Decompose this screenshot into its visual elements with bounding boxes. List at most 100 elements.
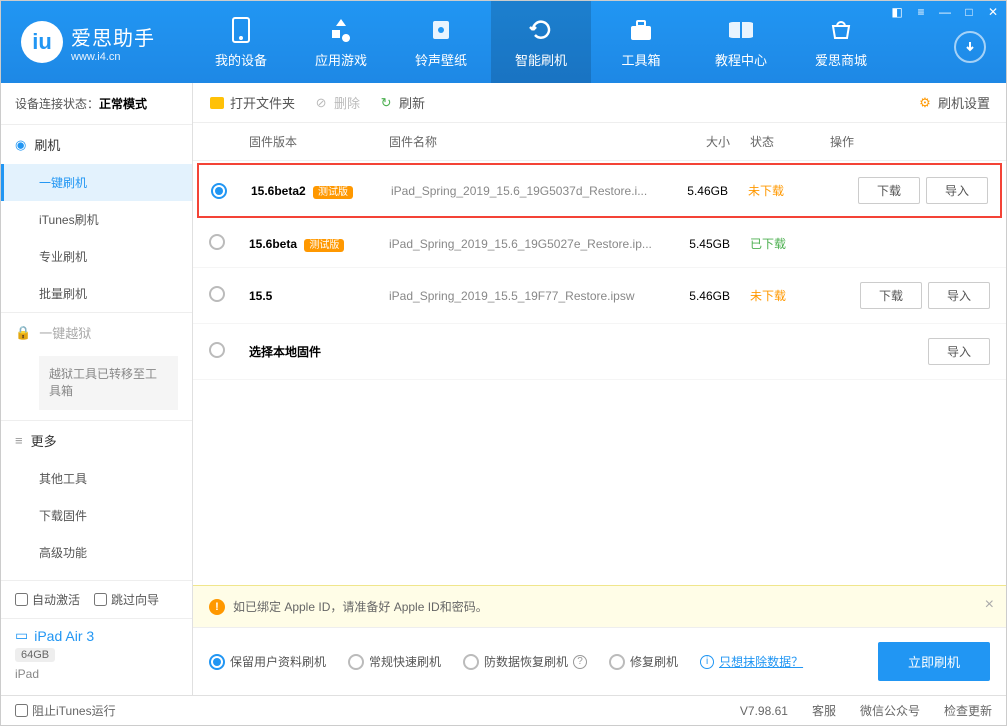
app-url: www.i4.cn	[71, 51, 155, 63]
info-text: 如已绑定 Apple ID，请准备好 Apple ID和密码。	[233, 598, 488, 615]
nav-tab-tutorial[interactable]: 教程中心	[691, 1, 791, 83]
info-close-icon[interactable]: ×	[985, 596, 994, 614]
action-button[interactable]: 下载	[860, 282, 922, 309]
fw-size: 5.45GB	[660, 237, 750, 251]
radio-icon	[348, 654, 364, 670]
warning-icon: !	[209, 599, 225, 615]
opt-regular[interactable]: 常规快速刷机	[348, 653, 441, 670]
more-icon: ≡	[15, 433, 23, 448]
sidebar-item-batch[interactable]: 批量刷机	[1, 275, 192, 312]
flash-now-button[interactable]: 立即刷机	[878, 642, 990, 681]
refresh-icon	[527, 16, 555, 44]
music-icon	[427, 16, 455, 44]
fw-actions: 下载导入	[830, 282, 990, 309]
firmware-list: 15.6beta2 测试版 iPad_Spring_2019_15.6_19G5…	[193, 161, 1006, 380]
wechat-link[interactable]: 微信公众号	[860, 702, 920, 719]
fw-name: iPad_Spring_2019_15.6_19G5037d_Restore.i…	[391, 184, 658, 198]
nav-tab-toolbox[interactable]: 工具箱	[591, 1, 691, 83]
radio-icon[interactable]	[211, 183, 227, 199]
erase-link[interactable]: 只想抹除数据？	[719, 653, 803, 670]
main-content: 打开文件夹 ⊘ 删除 ↻ 刷新 ⚙ 刷机设置 固件版本 固件名称 大小 状态 操…	[193, 83, 1006, 695]
connection-status: 设备连接状态：正常模式	[1, 83, 192, 125]
refresh-button[interactable]: ↻ 刷新	[378, 93, 425, 112]
opt-repair[interactable]: 修复刷机	[609, 653, 678, 670]
sidebar-flash-header[interactable]: ◉ 刷机	[1, 125, 192, 164]
window-controls: ◧ ≡ — □ ✕	[890, 5, 1000, 19]
firmware-row[interactable]: 15.5 iPad_Spring_2019_15.5_19F77_Restore…	[193, 268, 1006, 324]
skip-guide-checkbox[interactable]: 跳过向导	[94, 591, 159, 608]
radio-icon[interactable]	[209, 286, 225, 302]
fw-name: iPad_Spring_2019_15.6_19G5027e_Restore.i…	[389, 237, 660, 251]
shop-icon	[827, 16, 855, 44]
sidebar-item-advanced[interactable]: 高级功能	[1, 534, 192, 571]
nav-tab-media[interactable]: 铃声壁纸	[391, 1, 491, 83]
fw-name: iPad_Spring_2019_15.5_19F77_Restore.ipsw	[389, 289, 660, 303]
maximize-icon[interactable]: □	[962, 5, 976, 19]
support-link[interactable]: 客服	[812, 702, 836, 719]
fw-version: 15.5	[249, 289, 389, 303]
toolbox-icon	[627, 16, 655, 44]
fw-version: 15.6beta2 测试版	[251, 183, 391, 198]
nav-tab-shop[interactable]: 爱思商城	[791, 1, 891, 83]
flash-section-icon: ◉	[15, 137, 26, 153]
radio-icon	[463, 654, 479, 670]
opt-anti-recovery[interactable]: 防数据恢复刷机 ?	[463, 653, 587, 670]
fw-actions: 下载导入	[828, 177, 988, 204]
close-icon[interactable]: ✕	[986, 5, 1000, 19]
check-update-link[interactable]: 检查更新	[944, 702, 992, 719]
flash-options: 保留用户资料刷机 常规快速刷机 防数据恢复刷机 ? 修复刷机 i 只想抹除数据？…	[193, 628, 1006, 695]
action-button[interactable]: 导入	[928, 282, 990, 309]
download-indicator-icon[interactable]	[954, 31, 986, 63]
open-folder-button[interactable]: 打开文件夹	[209, 93, 295, 112]
col-size: 大小	[660, 133, 750, 150]
action-button[interactable]: 导入	[928, 338, 990, 365]
action-button[interactable]: 下载	[858, 177, 920, 204]
fw-status: 已下载	[750, 235, 830, 252]
block-itunes-checkbox[interactable]: 阻止iTunes运行	[15, 702, 116, 719]
fw-version: 15.6beta 测试版	[249, 236, 389, 251]
sidebar-more-header[interactable]: ≡ 更多	[1, 421, 192, 460]
opt-keep-data[interactable]: 保留用户资料刷机	[209, 653, 326, 670]
fw-status: 未下载	[750, 287, 830, 304]
sidebar-item-pro[interactable]: 专业刷机	[1, 238, 192, 275]
footer: 阻止iTunes运行 V7.98.61 客服 微信公众号 检查更新	[1, 695, 1006, 725]
radio-icon	[209, 654, 225, 670]
sidebar-item-other[interactable]: 其他工具	[1, 460, 192, 497]
sidebar-item-download[interactable]: 下载固件	[1, 497, 192, 534]
radio-icon	[609, 654, 625, 670]
gear-icon: ⚙	[917, 95, 933, 111]
device-name[interactable]: ▭ iPad Air 3	[15, 627, 178, 644]
auto-activate-checkbox[interactable]: 自动激活	[15, 591, 80, 608]
beta-badge: 测试版	[304, 239, 344, 252]
sidebar-checkboxes: 自动激活 跳过向导	[1, 581, 192, 618]
nav-tab-device[interactable]: 我的设备	[191, 1, 291, 83]
beta-badge: 测试版	[313, 186, 353, 199]
table-header: 固件版本 固件名称 大小 状态 操作	[193, 123, 1006, 161]
sidebar-item-itunes[interactable]: iTunes刷机	[1, 201, 192, 238]
flash-settings-button[interactable]: ⚙ 刷机设置	[917, 93, 990, 112]
firmware-row[interactable]: 选择本地固件 导入	[193, 324, 1006, 380]
minimize-icon[interactable]: —	[938, 5, 952, 19]
sidebar-jailbreak-header: 🔒 一键越狱	[1, 313, 192, 352]
theme-icon[interactable]: ◧	[890, 5, 904, 19]
nav-tab-flash[interactable]: 智能刷机	[491, 1, 591, 83]
version-label: V7.98.61	[740, 704, 788, 718]
reload-icon: ↻	[378, 95, 394, 111]
firmware-row[interactable]: 15.6beta 测试版 iPad_Spring_2019_15.6_19G50…	[193, 220, 1006, 268]
menu-icon[interactable]: ≡	[914, 5, 928, 19]
radio-icon[interactable]	[209, 342, 225, 358]
delete-button[interactable]: ⊘ 删除	[313, 93, 360, 112]
action-button[interactable]: 导入	[926, 177, 988, 204]
radio-icon[interactable]	[209, 234, 225, 250]
nav-tab-apps[interactable]: 应用游戏	[291, 1, 391, 83]
delete-icon: ⊘	[313, 95, 329, 111]
logo-text: 爱思助手 www.i4.cn	[71, 22, 155, 63]
fw-actions: 导入	[830, 338, 990, 365]
info-icon[interactable]: i	[700, 655, 714, 669]
sidebar-item-oneclick[interactable]: 一键刷机	[1, 164, 192, 201]
firmware-row[interactable]: 15.6beta2 测试版 iPad_Spring_2019_15.6_19G5…	[197, 163, 1002, 218]
device-info: ▭ iPad Air 3 64GB iPad	[1, 618, 192, 695]
folder-icon	[209, 95, 225, 111]
help-icon[interactable]: ?	[573, 655, 587, 669]
info-bar: ! 如已绑定 Apple ID，请准备好 Apple ID和密码。 ×	[193, 585, 1006, 628]
